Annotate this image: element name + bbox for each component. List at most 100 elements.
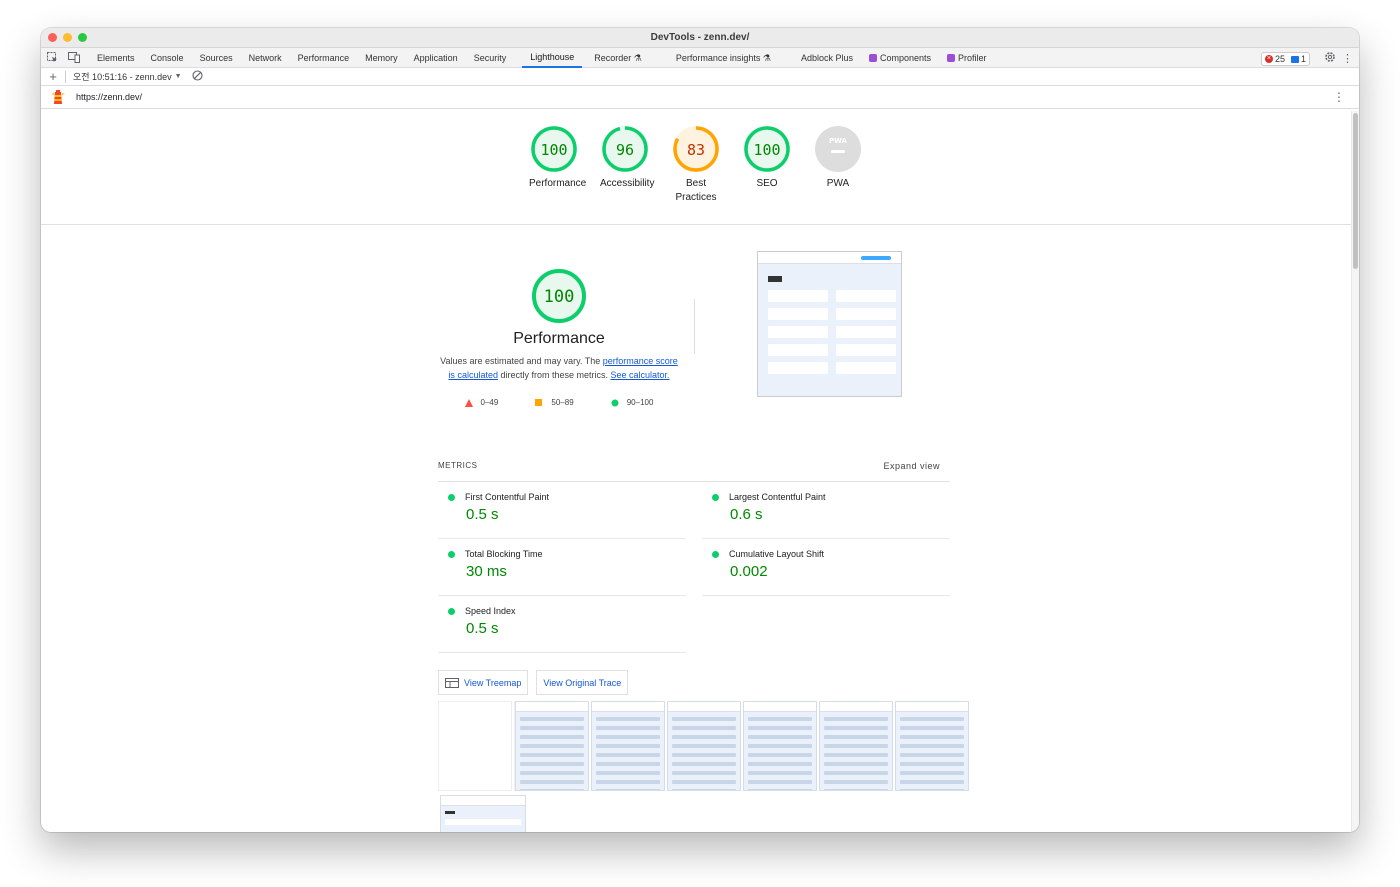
triangle-icon bbox=[464, 398, 473, 407]
frame-row bbox=[900, 780, 964, 784]
gauge-score: 96 bbox=[616, 141, 634, 159]
frame-row bbox=[824, 753, 888, 757]
tab-network[interactable]: Network bbox=[241, 48, 290, 68]
tab-performance-insights[interactable]: Performance insights ⚗ bbox=[668, 48, 779, 68]
report-url-bar: https://zenn.dev/ ⋮ bbox=[41, 86, 1359, 109]
clear-reports-icon[interactable] bbox=[192, 70, 203, 83]
frame-header bbox=[820, 702, 892, 712]
close-window-button[interactable] bbox=[48, 33, 57, 42]
gauge-label: Performance bbox=[529, 178, 587, 189]
pass-dot-icon bbox=[448, 493, 455, 501]
report-selector-label: 오전 10:51:16 - zenn.dev bbox=[73, 72, 172, 82]
final-screenshot[interactable] bbox=[757, 251, 902, 397]
report-url[interactable]: https://zenn.dev/ bbox=[76, 92, 142, 102]
tab-console[interactable]: Console bbox=[143, 48, 192, 68]
tab-components[interactable]: Components bbox=[861, 48, 939, 68]
gauge-label: SEO bbox=[756, 178, 778, 189]
report-menu-icon[interactable]: ⋮ bbox=[1333, 90, 1345, 104]
frame-row bbox=[748, 753, 812, 757]
frame-row bbox=[748, 735, 812, 739]
see-calculator-link[interactable]: See calculator. bbox=[611, 370, 670, 380]
gauge-best-practices[interactable]: 83 Best Practices bbox=[661, 125, 732, 224]
minimize-window-button[interactable] bbox=[63, 33, 72, 42]
tab-memory[interactable]: Memory bbox=[357, 48, 406, 68]
legend-pass-range: 90–100 bbox=[626, 398, 654, 407]
frame-row bbox=[824, 780, 888, 784]
screenshot-card bbox=[768, 362, 828, 374]
tab-lighthouse[interactable]: Lighthouse bbox=[522, 48, 583, 68]
filmstrip-frame bbox=[895, 701, 969, 791]
frame-row bbox=[520, 717, 584, 721]
gauge-label: PWA bbox=[826, 178, 850, 189]
frame-row bbox=[748, 717, 812, 721]
view-original-trace-button[interactable]: View Original Trace bbox=[536, 670, 629, 695]
maximize-window-button[interactable] bbox=[78, 33, 87, 42]
tab-profiler[interactable]: Profiler bbox=[939, 48, 995, 68]
screenshot-card bbox=[836, 326, 896, 338]
metric-name: Speed Index bbox=[465, 606, 516, 616]
metric-first-contentful-paint: First Contentful Paint 0.5 s bbox=[438, 482, 686, 539]
tab-elements[interactable]: Elements bbox=[89, 48, 143, 68]
frame-row bbox=[900, 735, 964, 739]
frame-row bbox=[672, 753, 736, 757]
metric-value: 0.002 bbox=[730, 563, 768, 580]
frame-row bbox=[900, 717, 964, 721]
report-selector[interactable]: 오전 10:51:16 - zenn.dev ▼ bbox=[73, 70, 182, 83]
gear-icon[interactable] bbox=[1324, 50, 1336, 68]
frame-row bbox=[596, 717, 660, 721]
more-options-icon[interactable]: ⋮ bbox=[1342, 54, 1353, 65]
devtools-window: DevTools - zenn.dev/ Elements Console So… bbox=[41, 28, 1359, 832]
desc-prefix: Values are estimated and may vary. The bbox=[440, 356, 603, 366]
frame-row bbox=[520, 735, 584, 739]
frame-row bbox=[900, 753, 964, 757]
title-bar: DevTools - zenn.dev/ bbox=[41, 28, 1359, 48]
frame-row bbox=[520, 726, 584, 730]
issue-counter[interactable]: × 25 1 bbox=[1260, 52, 1310, 66]
pass-dot-icon bbox=[712, 550, 719, 558]
plus-icon[interactable]: + bbox=[41, 69, 65, 84]
pass-dot-icon bbox=[448, 607, 455, 615]
gauge-performance[interactable]: 100 Performance bbox=[519, 125, 590, 224]
frame-row bbox=[900, 744, 964, 748]
frame-row bbox=[596, 744, 660, 748]
screenshot-heading bbox=[768, 276, 782, 282]
gauge-score: 83 bbox=[687, 141, 705, 159]
filmstrip-frame bbox=[591, 701, 665, 791]
view-treemap-button[interactable]: View Treemap bbox=[438, 670, 529, 695]
tab-profiler-label: Profiler bbox=[958, 52, 987, 63]
gauge-accessibility[interactable]: 96 Accessibility bbox=[590, 125, 661, 224]
tab-adblock-plus[interactable]: Adblock Plus bbox=[793, 48, 861, 68]
gauge-label: Best Practices bbox=[675, 178, 717, 203]
tab-sources[interactable]: Sources bbox=[192, 48, 241, 68]
report-scrollbar[interactable] bbox=[1351, 111, 1359, 832]
tab-performance[interactable]: Performance bbox=[290, 48, 358, 68]
tab-application[interactable]: Application bbox=[406, 48, 466, 68]
frame-row bbox=[900, 789, 964, 790]
scrollbar-thumb[interactable] bbox=[1353, 113, 1358, 269]
message-count: 1 bbox=[1300, 54, 1306, 64]
legend-average: 50–89 bbox=[535, 398, 574, 407]
tab-list: Elements Console Sources Network Perform… bbox=[89, 48, 995, 68]
tab-recorder[interactable]: Recorder ⚗ bbox=[586, 48, 650, 68]
view-trace-label: View Original Trace bbox=[543, 677, 622, 688]
section-divider bbox=[694, 299, 695, 354]
toolbar-divider bbox=[65, 70, 66, 83]
screenshot-card bbox=[836, 344, 896, 356]
filmstrip-blank-frame bbox=[438, 701, 512, 791]
tab-security[interactable]: Security bbox=[466, 48, 515, 68]
inspect-element-icon[interactable] bbox=[41, 48, 63, 68]
gauge-seo[interactable]: 100 SEO bbox=[732, 125, 803, 224]
expand-view-toggle[interactable]: Expand view bbox=[883, 461, 940, 471]
frame-row bbox=[748, 744, 812, 748]
filmstrip bbox=[514, 701, 972, 791]
frame-row bbox=[596, 789, 660, 790]
legend-pass: 90–100 bbox=[611, 398, 654, 407]
frame-row bbox=[824, 771, 888, 775]
window-title: DevTools - zenn.dev/ bbox=[650, 32, 750, 43]
gauge-pwa[interactable]: PWA PWA bbox=[803, 125, 874, 224]
metric-value: 30 ms bbox=[466, 563, 507, 580]
score-gauges: 100 Performance 96 Accessibility 83 Best Prac… bbox=[41, 111, 1351, 225]
device-toolbar-icon[interactable] bbox=[63, 48, 85, 68]
metric-grid: First Contentful Paint 0.5 s Largest Con… bbox=[438, 482, 950, 653]
frame-row bbox=[824, 735, 888, 739]
